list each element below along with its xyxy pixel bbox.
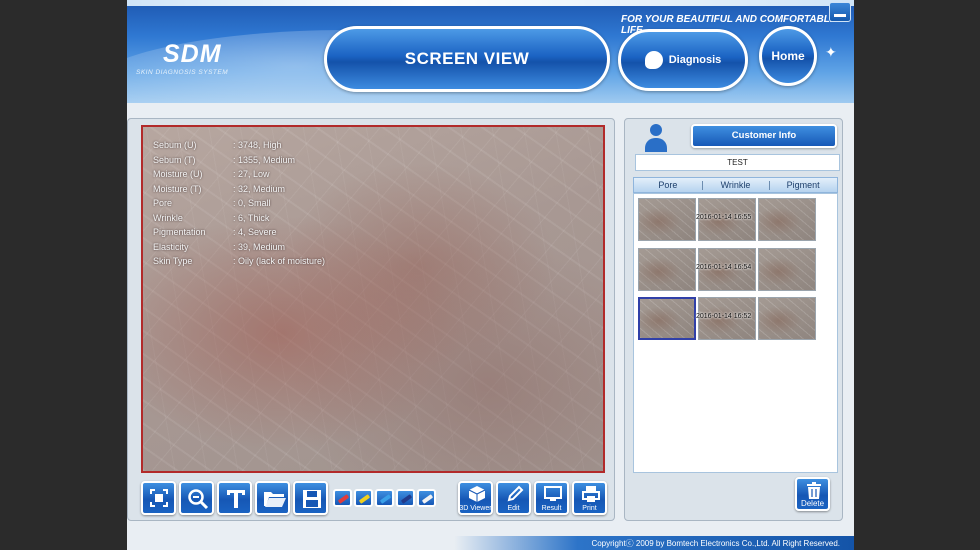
metric-label: Moisture (T) [153, 183, 202, 194]
metric-row: Moisture (U) : 27, Low [153, 169, 325, 184]
metric-value: : 4, Severe [233, 227, 277, 237]
result-label: Result [541, 505, 562, 512]
metric-label: Sebum (U) [153, 140, 197, 150]
customer-info-button[interactable]: Customer Info [691, 124, 837, 148]
pen-navy-button[interactable] [396, 489, 415, 507]
3d-viewer-button[interactable]: 3D Viewer [458, 481, 493, 515]
zoom-out-button[interactable] [179, 481, 214, 515]
customer-name-field: TEST [635, 154, 840, 171]
save-icon [303, 490, 321, 508]
trash-icon [807, 482, 821, 499]
app-window: SDM SKIN DIAGNOSIS SYSTEM FOR YOUR BEAUT… [127, 0, 854, 550]
metric-row: Sebum (U) : 3748, High [153, 140, 325, 155]
image-panel: Sebum (U) : 3748, High Sebum (T) : 1355, Me… [127, 118, 615, 521]
text-tool-button[interactable] [217, 481, 252, 515]
metric-value: : 27, Low [233, 169, 270, 179]
metric-value: : 3748, High [233, 140, 282, 150]
metric-value: : 0, Small [233, 198, 271, 208]
eraser-button[interactable] [417, 489, 436, 507]
cube-icon [468, 486, 486, 502]
metric-label: Pore [153, 198, 173, 208]
thumbnail-grid: 2016-01-14 16:55 2016-01-14 16:54 2016-0… [633, 193, 838, 473]
pen-blue-button[interactable] [375, 489, 394, 507]
metric-row: Elasticity : 39, Medium [153, 242, 325, 257]
result-button[interactable]: Result [534, 481, 569, 515]
thumbnail-selected[interactable] [638, 297, 696, 340]
sparkle-icon: ✦ [825, 44, 837, 60]
diagnosis-icon [645, 51, 663, 69]
save-button[interactable] [293, 481, 328, 515]
folder-icon [264, 492, 286, 507]
copyright-text: Copyrightⓒ 2009 by Bomtech Electronics C… [591, 539, 840, 548]
app-logo: SDM [163, 40, 222, 68]
skin-image-view[interactable]: Sebum (U) : 3748, High Sebum (T) : 1355, Me… [141, 125, 605, 473]
metric-label: Wrinkle [153, 212, 183, 223]
edit-label: Edit [507, 505, 520, 512]
metric-row: Moisture (T) : 32, Medium [153, 184, 325, 199]
metric-label: Elasticity [153, 241, 189, 252]
3d-viewer-label: 3D Viewer [459, 505, 492, 512]
minimize-button[interactable] [829, 2, 851, 22]
delete-label: Delete [800, 499, 825, 508]
metric-row: Pore : 0, Small [153, 198, 325, 213]
footer: Copyrightⓒ 2009 by Bomtech Electronics C… [127, 536, 854, 550]
header: SDM SKIN DIAGNOSIS SYSTEM FOR YOUR BEAUT… [127, 0, 854, 103]
metric-value: : 1355, Medium [233, 154, 296, 165]
record-date: 2016-01-14 16:54 [696, 264, 752, 271]
tab-pigment[interactable]: Pigment [769, 178, 837, 192]
metrics-overlay: Sebum (U) : 3748, High Sebum (T) : 1355, Me… [153, 140, 325, 271]
fit-screen-icon [150, 489, 168, 507]
zoom-out-icon [188, 489, 209, 510]
metric-row: Sebum (T) : 1355, Medium [153, 155, 325, 170]
record-date: 2016-01-14 16:52 [696, 313, 752, 320]
monitor-icon [544, 486, 562, 501]
image-toolbar: 3D Viewer Edit Result Print [139, 481, 609, 517]
delete-button[interactable]: Delete [795, 477, 830, 511]
metric-row: Skin Type : Oily (lack of moisture) [153, 256, 325, 271]
print-button[interactable]: Print [572, 481, 607, 515]
eraser-icon [421, 494, 434, 504]
diagnosis-button[interactable]: Diagnosis [618, 29, 748, 91]
metric-label: Moisture (U) [153, 169, 203, 179]
print-label: Print [582, 505, 597, 512]
metric-row: Pigmentation : 4, Severe [153, 227, 325, 242]
metric-value: : Oily (lack of moisture) [233, 256, 326, 266]
analysis-tabs: Pore Wrinkle Pigment [633, 177, 838, 193]
open-folder-button[interactable] [255, 481, 290, 515]
pen-red-icon [337, 494, 350, 504]
tab-pore[interactable]: Pore [634, 178, 702, 192]
diagnosis-label: Diagnosis [668, 54, 722, 66]
edit-button[interactable]: Edit [496, 481, 531, 515]
customer-panel: Customer Info TEST Pore Wrinkle Pigment … [624, 118, 843, 521]
pencil-icon [507, 485, 524, 502]
home-button[interactable]: Home [759, 26, 817, 86]
screen-view-title: SCREEN VIEW [324, 26, 610, 92]
app-logo-subtitle: SKIN DIAGNOSIS SYSTEM [136, 69, 229, 76]
metric-value: : 6, Thick [233, 212, 270, 223]
metric-label: Sebum (T) [153, 154, 196, 165]
header-top-strip [127, 0, 854, 6]
metric-value: : 39, Medium [233, 241, 286, 252]
metric-label: Pigmentation [153, 227, 206, 237]
metric-value: : 32, Medium [233, 183, 286, 194]
fit-screen-button[interactable] [141, 481, 176, 515]
text-tool-icon [227, 490, 245, 508]
pen-yellow-icon [358, 494, 371, 504]
metric-label: Skin Type [153, 256, 193, 266]
printer-icon [582, 486, 600, 502]
user-icon [645, 124, 667, 152]
pen-blue-icon [379, 494, 392, 504]
record-date: 2016-01-14 16:55 [696, 214, 752, 221]
pen-navy-icon [400, 494, 413, 504]
metric-row: Wrinkle : 6, Thick [153, 213, 325, 228]
thumbnail[interactable] [638, 248, 696, 291]
pen-red-button[interactable] [333, 489, 352, 507]
pen-yellow-button[interactable] [354, 489, 373, 507]
tab-wrinkle[interactable]: Wrinkle [701, 178, 770, 192]
thumbnail[interactable] [638, 198, 696, 241]
